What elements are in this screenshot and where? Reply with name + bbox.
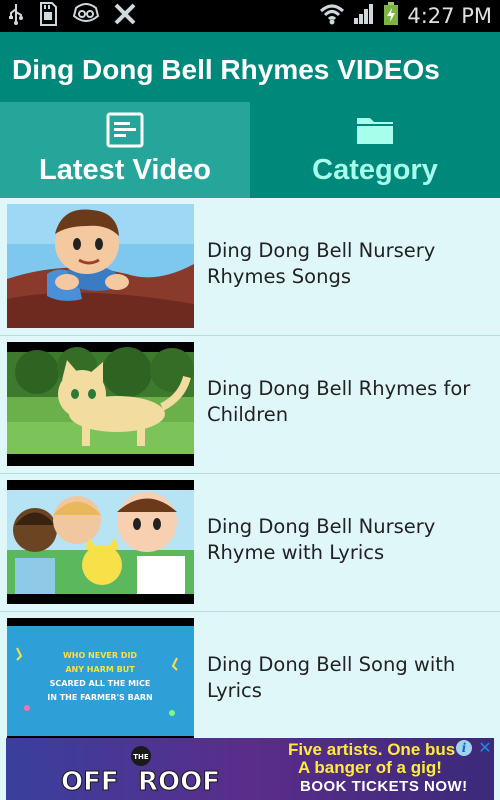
sd-card-icon <box>38 2 58 30</box>
video-list-icon <box>105 112 145 148</box>
video-title: Ding Dong Bell Song with Lyrics <box>207 653 456 702</box>
tab-latest-video[interactable]: Latest Video <box>0 102 250 198</box>
ad-banner[interactable]: THE OFF ROOF Five artists. One bus A ban… <box>0 738 500 800</box>
app-bar: Ding Dong Bell Rhymes VIDEOs <box>0 32 500 102</box>
app-title: Ding Dong Bell Rhymes VIDEOs <box>12 54 440 85</box>
status-bar: 4:27 PM <box>0 0 500 32</box>
video-list-item[interactable]: Ding Dong Bell Nursery Rhymes Songs <box>0 198 500 336</box>
clock: 4:27 PM <box>407 4 492 28</box>
ad-info-icon[interactable]: i <box>456 740 472 756</box>
tab-bar: Latest Video Category <box>0 102 500 198</box>
video-title: Ding Dong Bell Nursery Rhymes Songs <box>207 239 436 288</box>
folder-icon <box>355 112 395 148</box>
video-list: Ding Dong Bell Nursery Rhymes Songs Ding… <box>0 198 500 738</box>
ad-cta[interactable]: BOOK TICKETS NOW! <box>300 778 468 795</box>
video-list-item[interactable]: Ding Dong Bell Nursery Rhyme with Lyrics <box>0 474 500 612</box>
signal-icon <box>353 3 375 29</box>
svg-text:ROOF: ROOF <box>138 767 220 797</box>
ad-close-icon[interactable]: ✕ <box>476 739 494 757</box>
video-thumbnail <box>7 204 194 328</box>
tab-label: Category <box>312 154 438 186</box>
voicemail-icon <box>72 2 100 30</box>
usb-icon <box>8 3 24 29</box>
tab-label: Latest Video <box>39 154 211 186</box>
missed-call-icon <box>114 3 136 29</box>
thumb-lyric-line: IN THE FARMER'S BARN <box>47 693 152 702</box>
wifi-icon <box>319 3 345 29</box>
thumb-lyric-line: ANY HARM BUT <box>65 665 135 674</box>
thumb-lyric-line: WHO NEVER DID <box>63 651 137 660</box>
tab-category[interactable]: Category <box>250 102 500 198</box>
video-list-item[interactable]: WHO NEVER DID ANY HARM BUT SCARED ALL TH… <box>0 612 500 738</box>
thumb-lyric-line: SCARED ALL THE MICE <box>50 679 151 688</box>
video-thumbnail <box>7 480 194 604</box>
ad-logo: THE OFF ROOF <box>61 746 221 798</box>
battery-charging-icon <box>383 2 399 30</box>
svg-text:OFF: OFF <box>61 767 119 797</box>
video-title: Ding Dong Bell Nursery Rhyme with Lyrics <box>207 515 436 564</box>
svg-text:THE: THE <box>133 753 149 761</box>
ad-subheadline: A banger of a gig! <box>298 758 442 777</box>
video-list-item[interactable]: Ding Dong Bell Rhymes for Children <box>0 336 500 474</box>
video-thumbnail: WHO NEVER DID ANY HARM BUT SCARED ALL TH… <box>7 618 194 738</box>
video-title: Ding Dong Bell Rhymes for Children <box>207 377 471 426</box>
status-bar-notifications <box>8 2 136 30</box>
ad-headline: Five artists. One bus <box>288 740 456 759</box>
status-bar-system: 4:27 PM <box>319 2 492 30</box>
video-thumbnail <box>7 342 194 466</box>
ad-content[interactable]: THE OFF ROOF Five artists. One bus A ban… <box>6 738 494 800</box>
